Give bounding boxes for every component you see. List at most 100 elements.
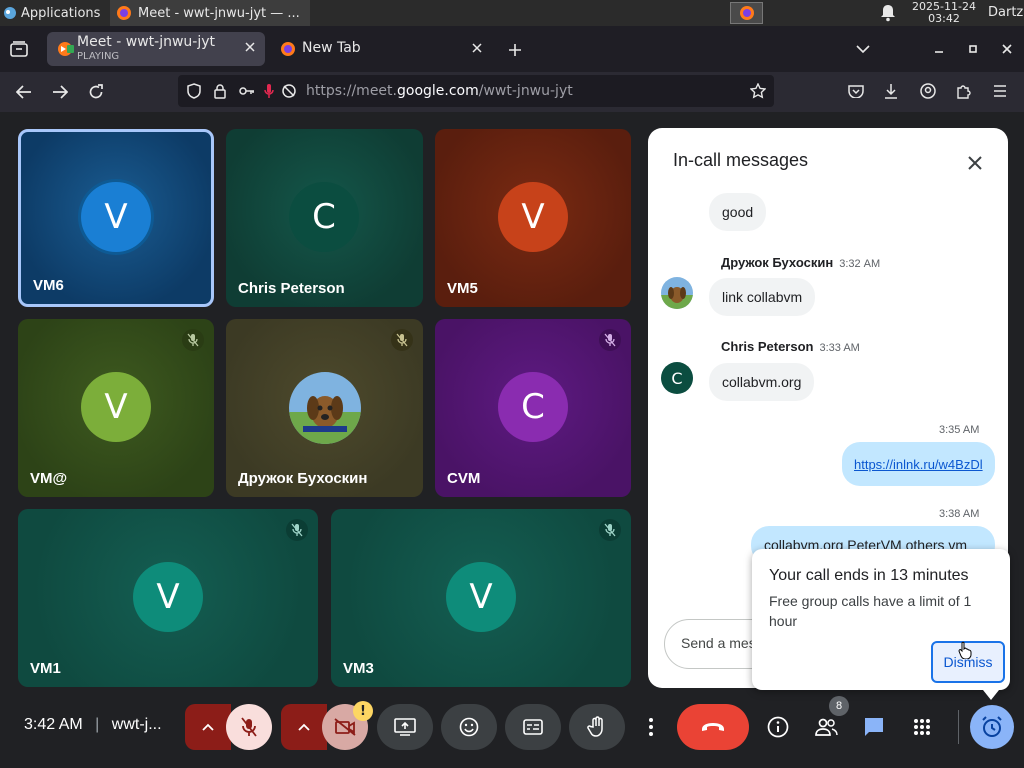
applications-label: Applications: [21, 5, 101, 21]
applications-menu[interactable]: Applications: [0, 0, 100, 26]
new-tab-plus-icon[interactable]: [503, 38, 527, 62]
message-time: 3:35 AM: [939, 424, 980, 436]
chat-message-link[interactable]: https://inlnk.ru/w4BzDl: [842, 442, 995, 486]
notification-bell-icon[interactable]: [880, 4, 896, 22]
forward-arrow-icon[interactable]: [48, 80, 72, 104]
browser-navigation-bar: https://meet.google.com/wwt-jnwu-jyt: [0, 72, 1024, 112]
participant-name: VM5: [447, 280, 478, 297]
participant-avatar: C: [289, 182, 359, 252]
microphone-in-use-icon[interactable]: [263, 83, 275, 99]
participant-tile-cvm[interactable]: C CVM: [435, 319, 631, 497]
url-path: /wwt-jnwu-jyt: [478, 83, 573, 99]
participant-name: VM1: [30, 660, 61, 677]
meeting-details-button[interactable]: [760, 704, 796, 750]
captions-button[interactable]: [505, 704, 561, 750]
participant-tile-vm5[interactable]: V VM5: [435, 129, 631, 307]
call-timer-button[interactable]: [970, 705, 1014, 749]
dog-avatar-icon: [661, 277, 693, 309]
close-tab-icon[interactable]: [471, 42, 483, 54]
participant-name: CVM: [447, 470, 481, 487]
tab-meet-title: Meet - wwt-jnwu-jyt: [77, 34, 215, 50]
meeting-code[interactable]: wwt-j...: [112, 716, 162, 733]
tracking-shield-icon[interactable]: [187, 83, 201, 99]
participant-avatar: V: [133, 562, 203, 632]
activities-button[interactable]: [904, 704, 940, 750]
firefox-view-icon[interactable]: [8, 38, 30, 60]
close-window-icon[interactable]: [996, 38, 1018, 60]
tab-meet[interactable]: Meet - wwt-jnwu-jyt PLAYING: [47, 32, 265, 66]
account-icon[interactable]: [917, 80, 939, 102]
tab-new-tab[interactable]: New Tab: [272, 32, 490, 66]
raise-hand-icon: [587, 716, 603, 737]
apps-grid-icon: [914, 719, 930, 735]
user-menu[interactable]: Dartz: [988, 0, 1023, 26]
pocket-icon[interactable]: [845, 80, 867, 102]
chat-message: collabvm.org: [709, 363, 815, 401]
close-tab-icon[interactable]: [244, 41, 256, 53]
extensions-puzzle-icon[interactable]: [953, 80, 975, 102]
address-bar[interactable]: https://meet.google.com/wwt-jnwu-jyt: [178, 75, 774, 107]
dog-avatar-icon: [289, 372, 361, 444]
chat-button[interactable]: [856, 704, 892, 750]
camera-blocked-icon[interactable]: [281, 83, 297, 99]
camera-warning-badge: !: [353, 701, 373, 721]
camera-off-icon: [334, 718, 356, 736]
message-time: 3:38 AM: [939, 508, 980, 520]
message-link[interactable]: https://inlnk.ru/w4BzDl: [854, 457, 983, 472]
bookmark-star-icon[interactable]: [750, 83, 766, 99]
close-chat-icon[interactable]: [962, 150, 988, 176]
reactions-button[interactable]: [441, 704, 497, 750]
taskbar-clock[interactable]: 2025-11-24 03:42: [906, 1, 982, 25]
url-host: google.com: [397, 83, 479, 99]
audio-options-button[interactable]: [185, 704, 231, 750]
downloads-icon[interactable]: [880, 80, 902, 102]
participant-name: Дружок Бухоскин: [238, 470, 368, 487]
chevron-up-icon: [202, 723, 214, 731]
participant-tile-vm1[interactable]: V VM1: [18, 509, 318, 687]
emoji-icon: [459, 717, 479, 737]
microphone-toggle-button[interactable]: [226, 704, 272, 750]
present-screen-button[interactable]: [377, 704, 433, 750]
participant-tile-vm-at[interactable]: V VM@: [18, 319, 214, 497]
participant-tile-vm3[interactable]: V VM3: [331, 509, 631, 687]
chat-message: good: [709, 193, 767, 231]
video-options-button[interactable]: [281, 704, 327, 750]
minimize-window-icon[interactable]: [928, 38, 950, 60]
raise-hand-button[interactable]: [569, 704, 625, 750]
participant-name: VM6: [33, 277, 64, 294]
permissions-key-icon[interactable]: [239, 85, 255, 97]
hang-up-icon: [702, 723, 724, 731]
tab-new-tab-title: New Tab: [302, 40, 361, 56]
leave-call-button[interactable]: [677, 704, 749, 750]
people-icon: [815, 718, 838, 736]
participant-tile-vm6[interactable]: V VM6: [18, 129, 214, 307]
people-count-badge: 8: [829, 696, 849, 716]
hamburger-menu-icon[interactable]: [989, 80, 1011, 102]
mouse-cursor-icon: [958, 641, 972, 659]
participant-avatar: C: [498, 372, 568, 442]
list-tabs-chevron-icon[interactable]: [852, 38, 874, 60]
reload-icon[interactable]: [84, 80, 108, 104]
taskbar-window-title: Meet - wwt-jnwu-jyt — ...: [138, 5, 300, 21]
maximize-window-icon[interactable]: [962, 38, 984, 60]
participant-name: Chris Peterson: [238, 280, 345, 297]
back-arrow-icon[interactable]: [12, 80, 36, 104]
taskbar-window-button[interactable]: Meet - wwt-jnwu-jyt — ...: [110, 0, 310, 26]
chat-message: link collabvm: [709, 278, 816, 316]
muted-mic-icon: [599, 519, 621, 541]
lock-icon[interactable]: [214, 83, 226, 99]
alarm-clock-icon: [982, 716, 1002, 737]
participant-avatar: V: [498, 182, 568, 252]
more-options-button[interactable]: [635, 704, 667, 750]
url-prefix: https://meet.: [306, 83, 397, 99]
participant-tile-chris-peterson[interactable]: C Chris Peterson: [226, 129, 423, 307]
tray-firefox-icon[interactable]: [730, 2, 763, 24]
message-time: 3:33 AM: [819, 342, 860, 354]
more-vert-icon: [649, 718, 653, 736]
participant-avatar: V: [446, 562, 516, 632]
chat-icon: [865, 718, 883, 736]
muted-mic-icon: [599, 329, 621, 351]
info-icon: [767, 716, 789, 738]
participant-tile-druzhok[interactable]: Дружок Бухоскин: [226, 319, 423, 497]
chevron-up-icon: [298, 723, 310, 731]
